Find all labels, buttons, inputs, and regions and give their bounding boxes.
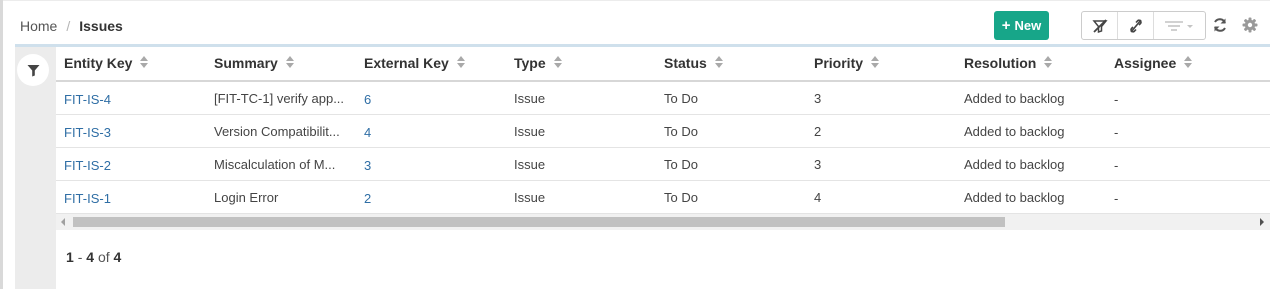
assignee-cell: -	[1114, 125, 1119, 140]
scroll-left-arrow-icon[interactable]	[61, 218, 65, 226]
column-header-summary[interactable]: Summary	[214, 55, 294, 72]
new-button[interactable]: + New	[994, 11, 1049, 40]
status-cell: To Do	[664, 157, 698, 172]
assignee-cell: -	[1114, 191, 1119, 206]
resolution-cell: Added to backlog	[964, 124, 1065, 139]
summary-cell: Version Compatibilit...	[214, 124, 340, 139]
column-header-type[interactable]: Type	[514, 55, 562, 72]
column-header-external-key[interactable]: External Key	[364, 55, 465, 72]
resolution-cell: Added to backlog	[964, 91, 1065, 106]
priority-cell: 3	[814, 91, 822, 106]
sort-icon	[456, 55, 465, 71]
external-key-link[interactable]: 4	[364, 125, 371, 140]
plus-icon: +	[1001, 17, 1011, 34]
new-button-label: New	[1014, 18, 1042, 33]
assignee-cell: -	[1114, 158, 1119, 173]
filter-icon	[27, 64, 39, 76]
sort-icon	[553, 55, 562, 71]
filter-dropdown-icon	[1164, 20, 1193, 31]
column-header-assignee[interactable]: Assignee	[1114, 55, 1193, 72]
external-key-link[interactable]: 6	[364, 92, 371, 107]
table-header: Entity Key Summary External Key Type Sta…	[56, 47, 1270, 82]
sort-icon	[714, 55, 723, 71]
page-header: Home / Issues + New	[3, 0, 1270, 46]
clear-filter-button[interactable]	[1082, 12, 1118, 39]
priority-cell: 3	[814, 157, 822, 172]
table-row[interactable]: FIT-IS-1 Login Error 2 Issue To Do 4 Add…	[56, 181, 1270, 214]
view-toolbar	[1081, 11, 1206, 40]
entity-key-link[interactable]: FIT-IS-3	[64, 125, 111, 140]
status-cell: To Do	[664, 124, 698, 139]
assignee-cell: -	[1114, 92, 1119, 107]
column-header-resolution[interactable]: Resolution	[964, 55, 1053, 72]
filter-dropdown-button[interactable]	[1154, 12, 1205, 39]
gear-icon	[1242, 17, 1258, 33]
sort-icon	[871, 55, 880, 71]
refresh-icon	[1214, 18, 1226, 32]
settings-button[interactable]	[1240, 15, 1260, 35]
external-key-link[interactable]: 2	[364, 191, 371, 206]
filter-panel-toggle[interactable]	[17, 54, 49, 86]
type-cell: Issue	[514, 190, 546, 205]
sort-icon	[1184, 55, 1193, 71]
sort-icon	[285, 55, 294, 71]
entity-key-link[interactable]: FIT-IS-2	[64, 158, 111, 173]
column-header-status[interactable]: Status	[664, 55, 723, 72]
entity-key-link[interactable]: FIT-IS-4	[64, 92, 111, 107]
scroll-right-arrow-icon[interactable]	[1260, 218, 1264, 226]
type-cell: Issue	[514, 157, 546, 172]
refresh-button[interactable]	[1210, 15, 1230, 35]
resolution-cell: Added to backlog	[964, 190, 1065, 205]
status-cell: To Do	[664, 190, 698, 205]
sort-icon	[1044, 55, 1053, 71]
issues-table: Entity Key Summary External Key Type Sta…	[56, 47, 1270, 214]
priority-cell: 4	[814, 190, 822, 205]
filter-off-icon	[1091, 18, 1108, 33]
breadcrumb-separator: /	[66, 18, 71, 34]
scrollbar-thumb[interactable]	[73, 217, 1005, 227]
type-cell: Issue	[514, 91, 546, 106]
entity-key-link[interactable]: FIT-IS-1	[64, 191, 111, 206]
summary-cell: Miscalculation of M...	[214, 157, 336, 172]
table-row[interactable]: FIT-IS-4 [FIT-TC-1] verify app... 6 Issu…	[56, 82, 1270, 115]
breadcrumb: Home / Issues	[20, 18, 123, 34]
breadcrumb-home[interactable]: Home	[20, 18, 57, 34]
type-cell: Issue	[514, 124, 546, 139]
table-row[interactable]: FIT-IS-2 Miscalculation of M... 3 Issue …	[56, 148, 1270, 181]
external-key-link[interactable]: 3	[364, 158, 371, 173]
sort-icon	[140, 55, 149, 71]
column-header-entity-key[interactable]: Entity Key	[64, 55, 149, 72]
horizontal-scrollbar[interactable]	[56, 214, 1270, 230]
breadcrumb-current: Issues	[79, 18, 123, 34]
summary-cell: Login Error	[214, 190, 279, 205]
resolution-cell: Added to backlog	[964, 157, 1065, 172]
priority-cell: 2	[814, 124, 822, 139]
table-row[interactable]: FIT-IS-3 Version Compatibilit... 4 Issue…	[56, 115, 1270, 148]
unlink-icon	[1129, 18, 1142, 33]
unlink-button[interactable]	[1118, 12, 1154, 39]
status-cell: To Do	[664, 91, 698, 106]
summary-cell: [FIT-TC-1] verify app...	[214, 91, 345, 106]
column-header-priority[interactable]: Priority	[814, 55, 880, 72]
pagination-summary: 1 - 4 of 4	[66, 249, 122, 265]
